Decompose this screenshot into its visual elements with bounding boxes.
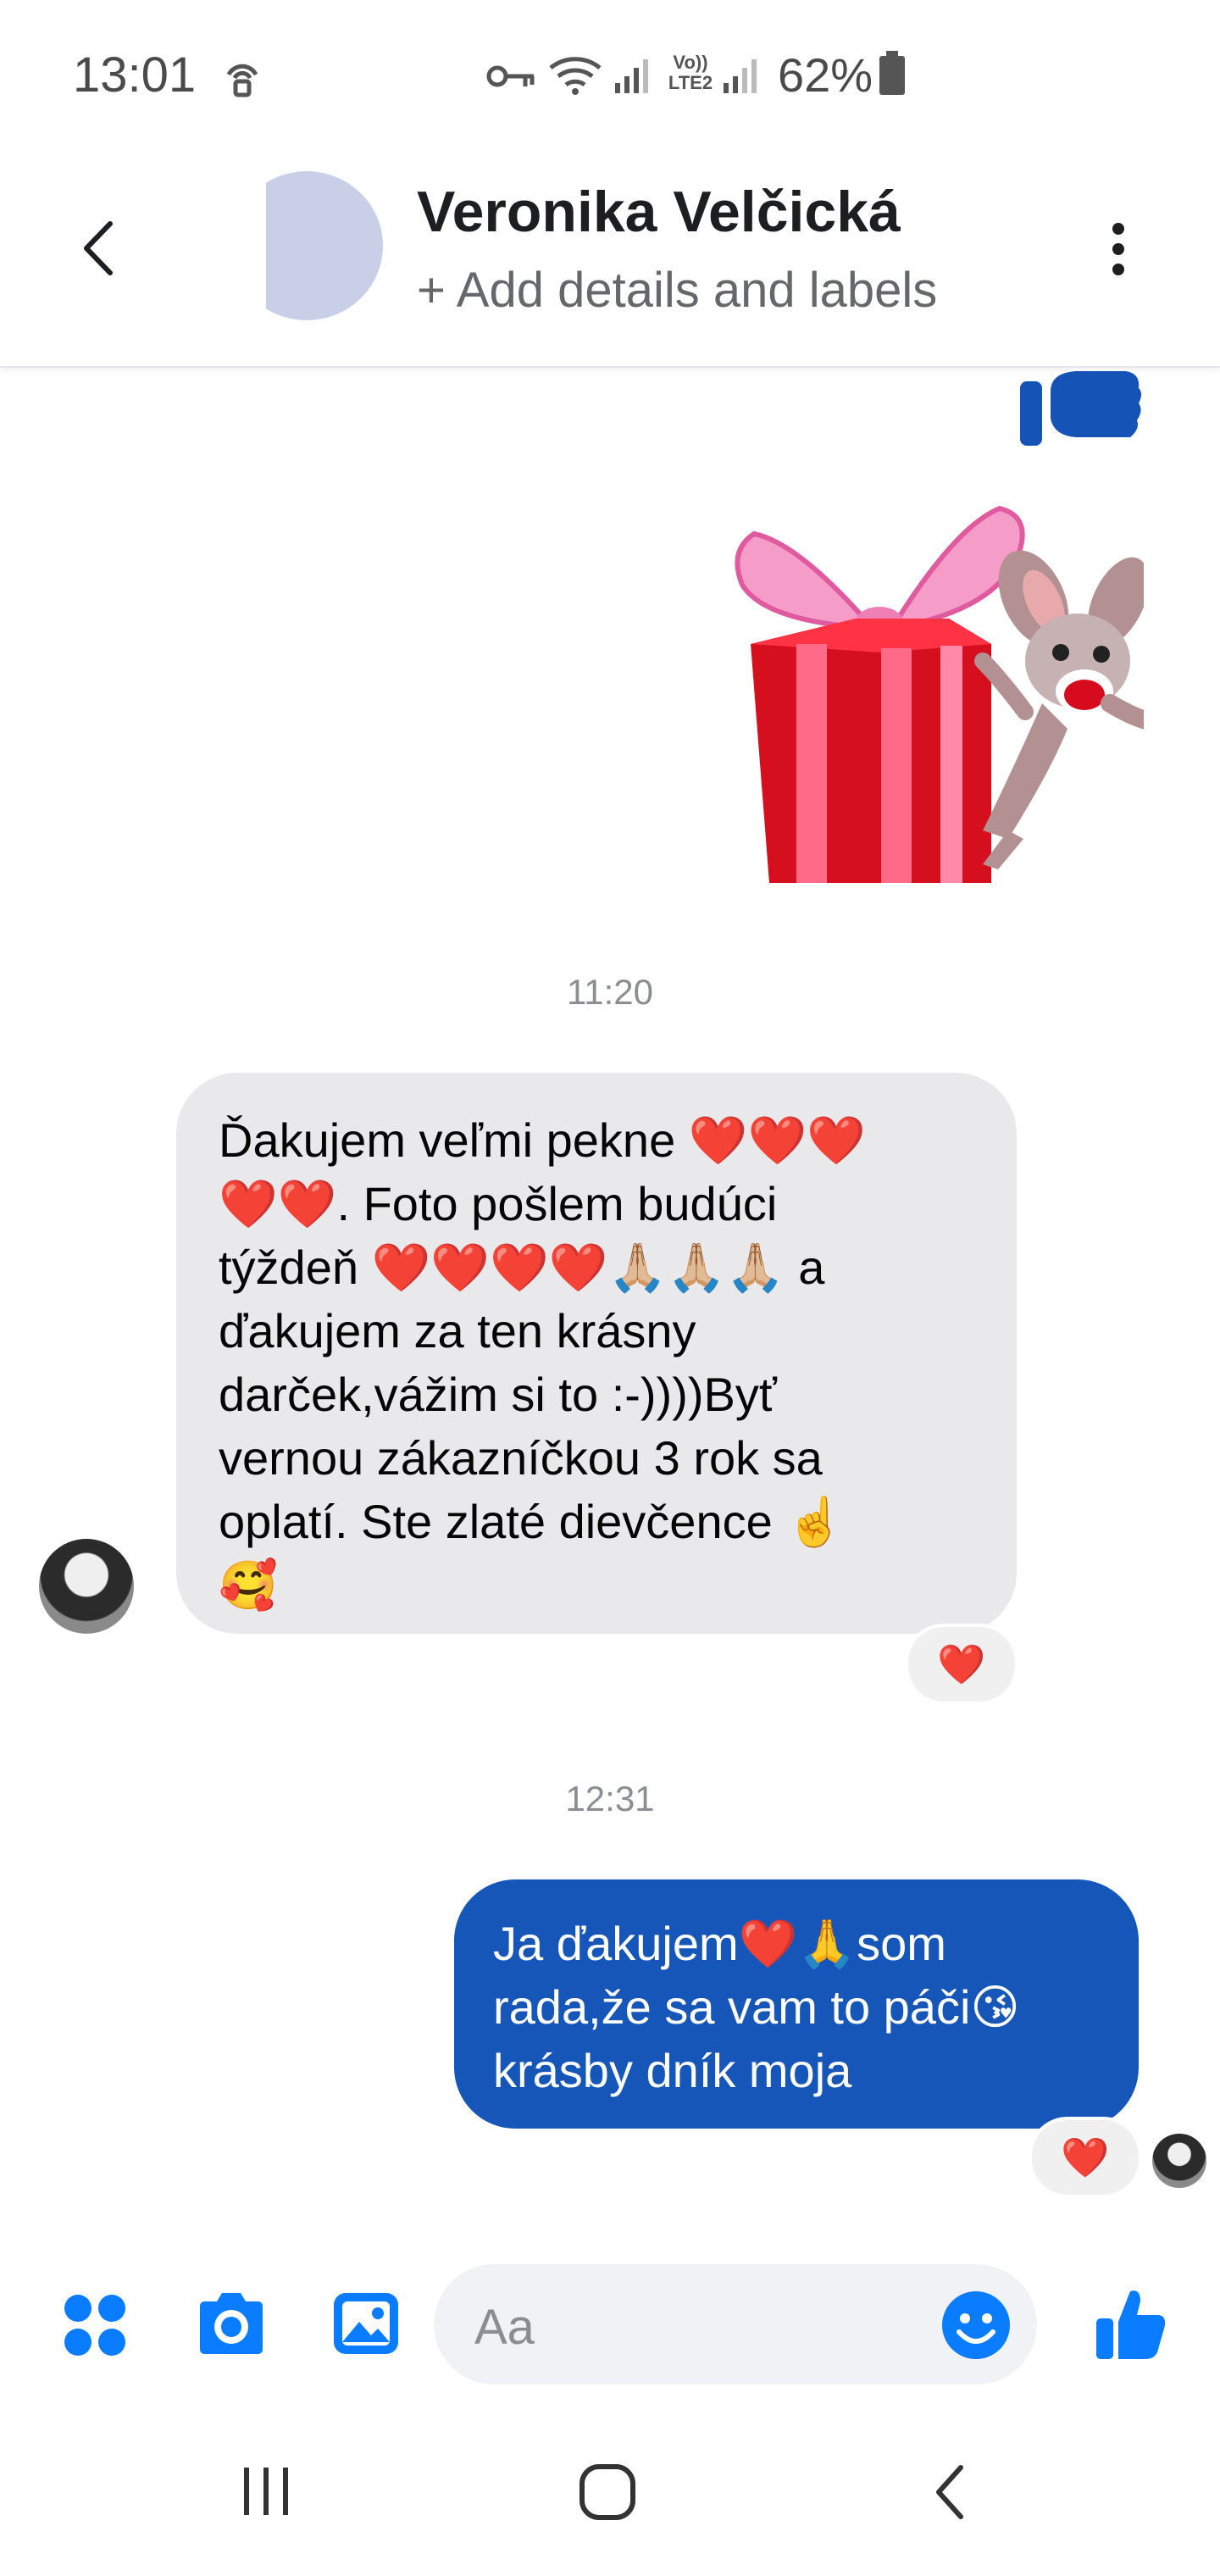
incoming-message[interactable]: Ďakujem veľmi pekne ❤️❤️❤️ ❤️❤️. Foto po…	[176, 1073, 1017, 1634]
seen-avatar	[1152, 2134, 1206, 2188]
heart-reaction[interactable]: ❤️	[905, 1624, 1018, 1705]
message-line: vernou zákazníčkou 3 rok sa	[219, 1431, 823, 1485]
gift-sticker[interactable]	[729, 491, 1144, 890]
gallery-icon[interactable]	[330, 2290, 402, 2357]
add-details-link[interactable]: + Add details and labels	[417, 261, 937, 320]
message-line: rada,že sa vam to páči😘	[493, 1980, 1020, 2034]
wifi-icon	[549, 57, 602, 95]
apps-grid-icon[interactable]	[61, 2291, 129, 2359]
back-arrow-icon[interactable]	[78, 219, 120, 278]
message-line: Ja ďakujem❤️🙏som	[493, 1917, 946, 1970]
thumbs-up-icon[interactable]	[1093, 2285, 1167, 2362]
message-input-placeholder: Aa	[474, 2300, 535, 2355]
camera-icon[interactable]	[193, 2290, 268, 2357]
contact-name[interactable]: Veronika Velčická	[417, 178, 901, 246]
message-line: Ďakujem veľmi pekne ❤️❤️❤️	[219, 1113, 866, 1167]
message-line: ďakujem za ten krásny	[219, 1304, 696, 1357]
vpn-key-icon	[486, 65, 535, 87]
signal-icon	[724, 59, 757, 93]
message-line: ❤️❤️. Foto pošlem budúci	[219, 1177, 778, 1230]
battery-percentage: 62%	[778, 48, 873, 102]
heart-reaction[interactable]: ❤️	[1029, 2117, 1142, 2198]
avatar-mask	[222, 166, 266, 327]
recent-apps-icon[interactable]	[239, 2464, 293, 2518]
message-line: 🥰	[219, 1558, 278, 1612]
timestamp: 11:20	[567, 972, 653, 1012]
like-sticker[interactable]	[1017, 368, 1144, 449]
timestamp: 12:31	[565, 1779, 655, 1818]
network-label: Vo)) LTE2	[668, 52, 713, 93]
status-time: 13:01	[73, 47, 197, 103]
message-line: oplatí. Ste zlaté dievčence ☝️	[219, 1495, 846, 1548]
conversation-header	[0, 136, 1220, 368]
more-options-icon[interactable]	[1101, 215, 1135, 283]
outgoing-message[interactable]: Ja ďakujem❤️🙏som rada,že sa vam to páči😘…	[454, 1879, 1139, 2129]
message-line: darček,vážim si to :-))))Byť	[219, 1368, 777, 1421]
home-icon[interactable]	[578, 2462, 637, 2522]
message-line: krásby dník moja	[493, 2044, 852, 2097]
signal-icon	[615, 59, 648, 93]
message-line: týždeň ❤️❤️❤️❤️🙏🏼🙏🏼🙏🏼 a	[219, 1241, 825, 1294]
back-icon[interactable]	[929, 2462, 971, 2522]
emoji-icon[interactable]	[940, 2290, 1012, 2361]
contact-avatar-small[interactable]	[39, 1539, 134, 1634]
hotspot-icon	[226, 64, 258, 97]
battery-icon	[879, 51, 905, 95]
